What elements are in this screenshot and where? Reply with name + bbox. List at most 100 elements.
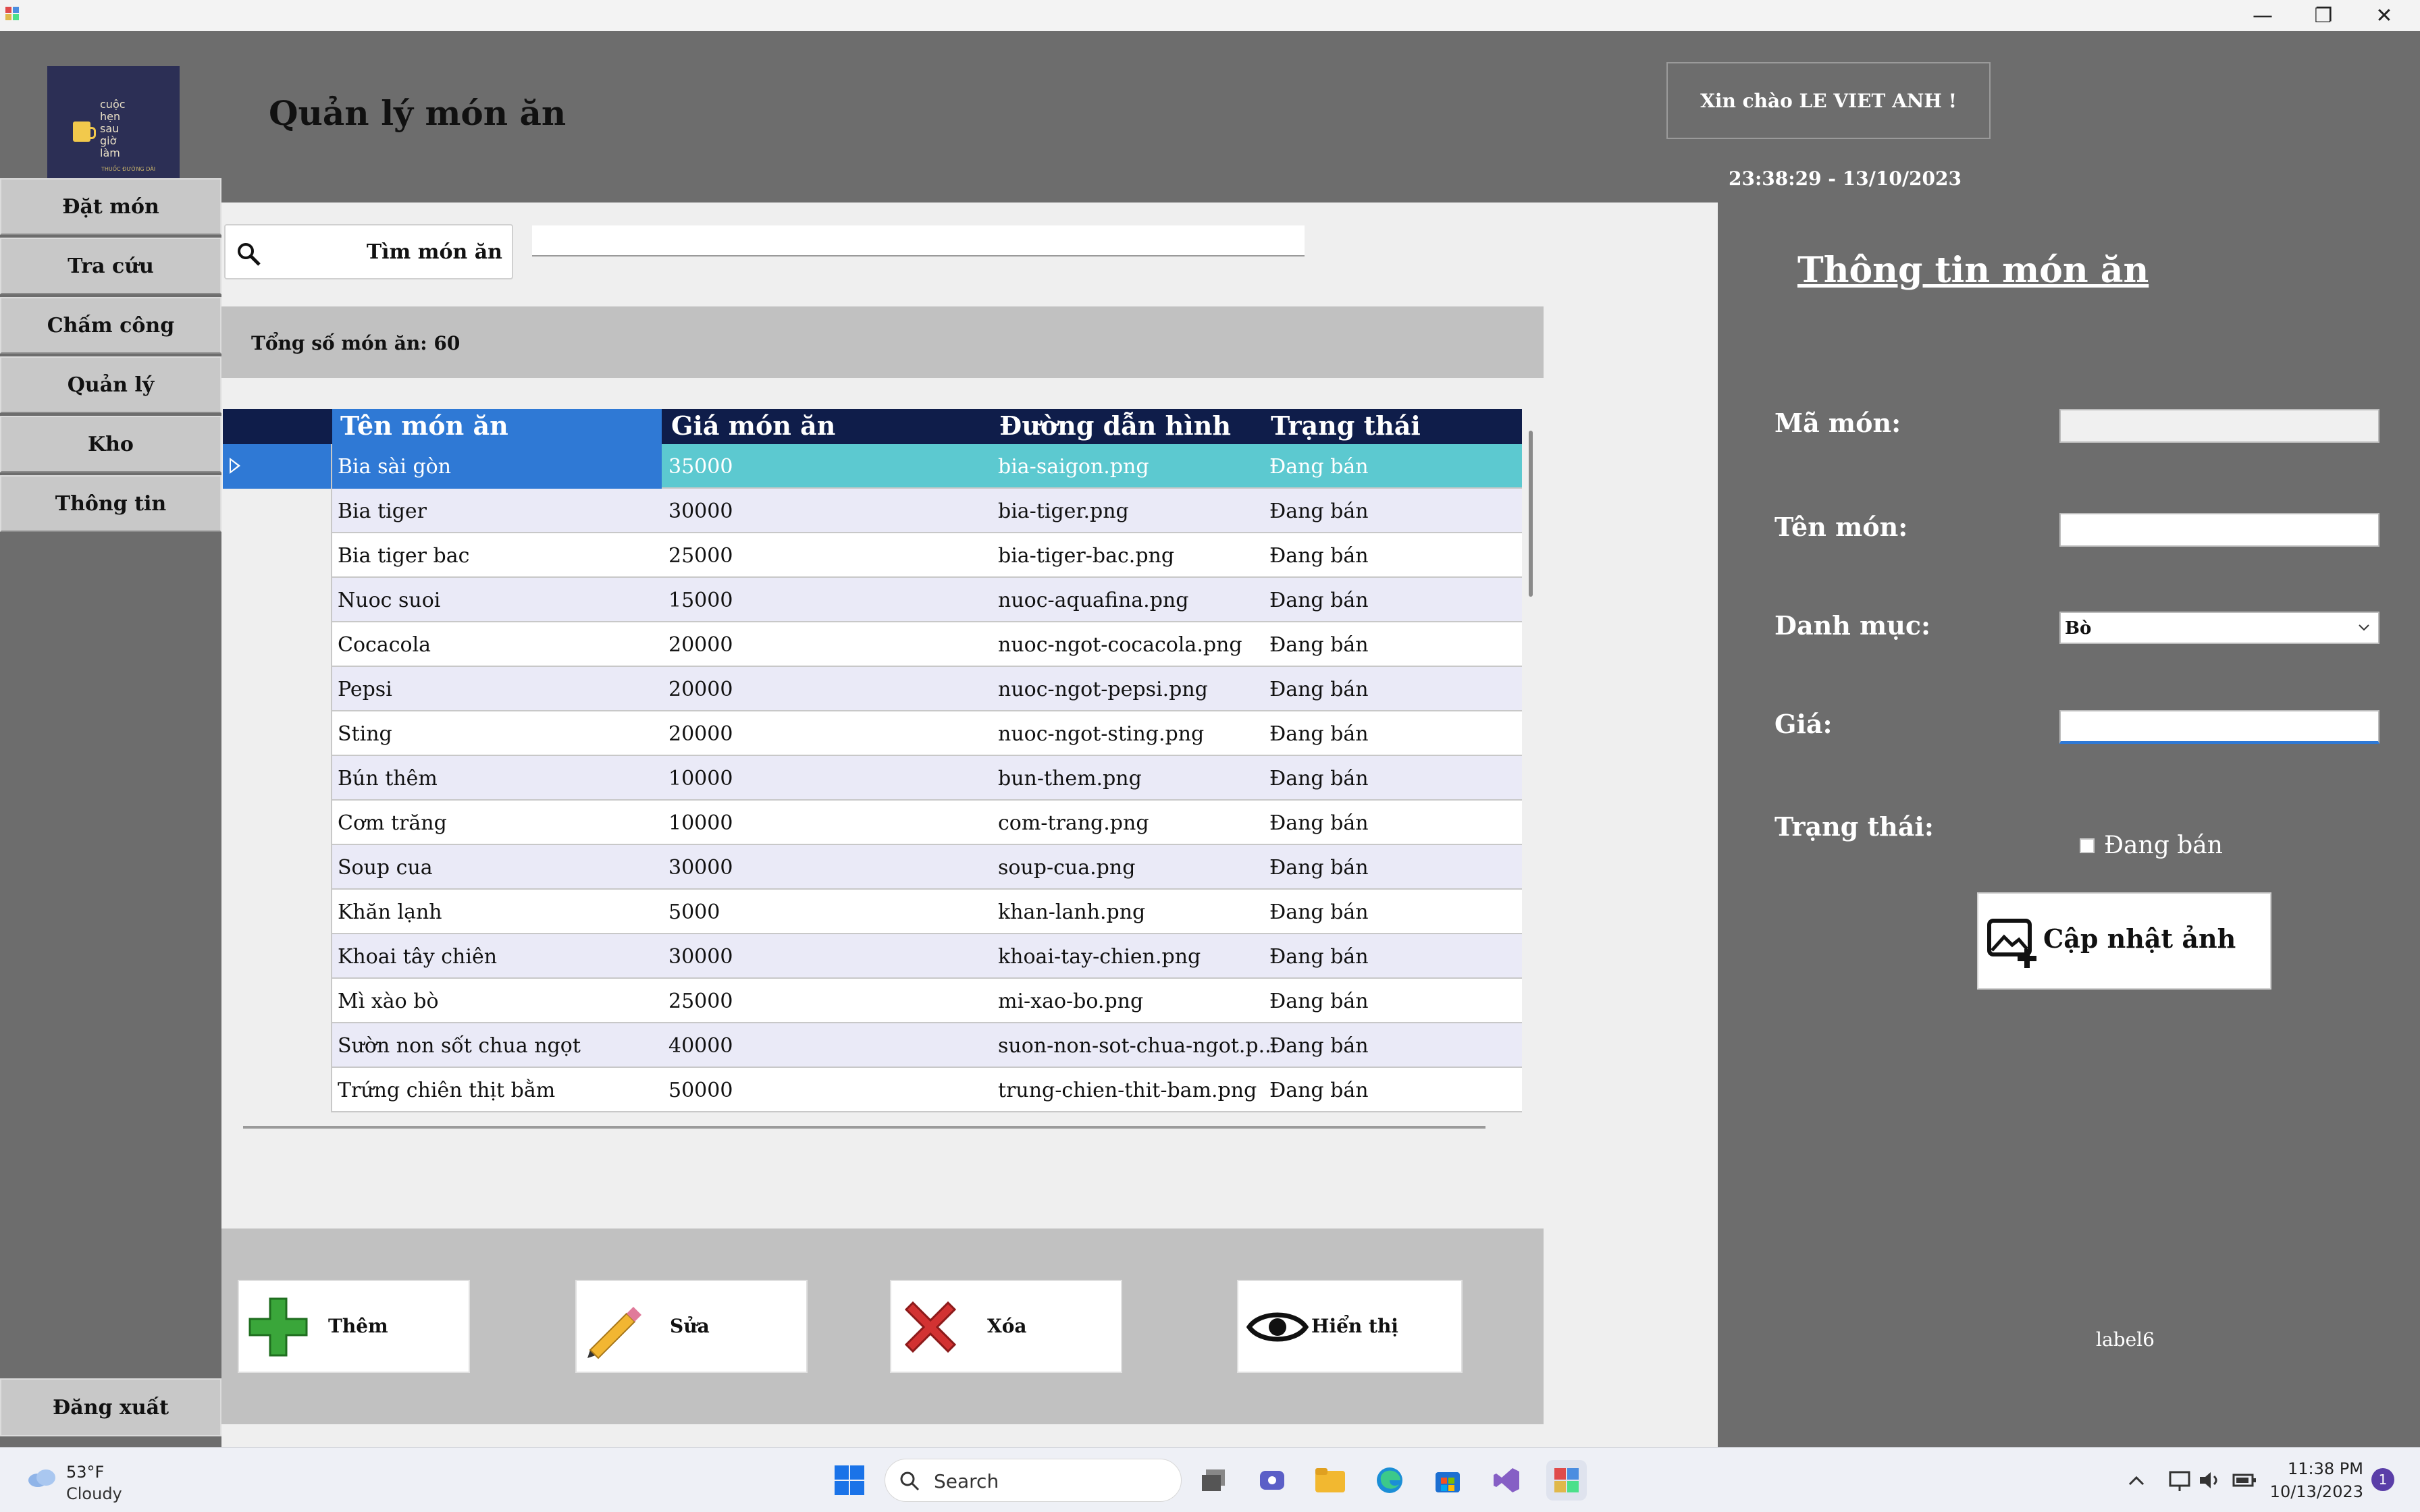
table-row[interactable]: Cơm trăng 10000 com-trang.png Đang bán (223, 801, 1522, 845)
cell-status[interactable]: Đang bán (1269, 1079, 1369, 1102)
logout-button[interactable]: Đăng xuất (0, 1378, 221, 1436)
cell-status[interactable]: Đang bán (1269, 767, 1369, 790)
cell-name[interactable]: Khoai tây chiên (338, 945, 497, 969)
row-header[interactable] (223, 578, 332, 622)
cell-image-path[interactable]: suon-non-sot-chua-ngot.p... (998, 1034, 1278, 1058)
name-field[interactable] (2059, 513, 2379, 547)
cell-name[interactable]: Sting (338, 722, 392, 746)
cell-image-path[interactable]: trung-chien-thit-bam.png (998, 1079, 1257, 1102)
cell-status[interactable]: Đang bán (1269, 811, 1369, 835)
show-button[interactable]: Hiển thị (1237, 1280, 1463, 1373)
cell-image-path[interactable]: com-trang.png (998, 811, 1149, 835)
cell-image-path[interactable]: nuoc-ngot-sting.png (998, 722, 1204, 746)
cell-price[interactable]: 25000 (668, 990, 733, 1013)
cell-name[interactable]: Pepsi (338, 678, 392, 701)
cell-price[interactable]: 50000 (668, 1079, 733, 1102)
start-button[interactable] (829, 1460, 870, 1501)
cell-status[interactable]: Đang bán (1269, 900, 1369, 924)
row-header[interactable] (223, 1068, 332, 1112)
cell-name[interactable]: Sườn non sốt chua ngọt (338, 1034, 581, 1058)
cell-price[interactable]: 35000 (668, 455, 733, 479)
cell-price[interactable]: 15000 (668, 589, 733, 612)
table-row[interactable]: Bia sài gòn 35000 bia-saigon.png Đang bán (223, 444, 1522, 489)
table-row[interactable]: Khoai tây chiên 30000 khoai-tay-chien.png Đ… (223, 934, 1522, 979)
cell-status[interactable]: Đang bán (1269, 455, 1369, 479)
weather-widget[interactable]: 53°F Cloudy (26, 1456, 174, 1505)
cell-price[interactable]: 20000 (668, 678, 733, 701)
column-header-status[interactable]: Trạng thái (1271, 410, 1421, 441)
category-select[interactable]: Bò (2059, 612, 2379, 644)
cell-price[interactable]: 20000 (668, 722, 733, 746)
table-row[interactable]: Sting 20000 nuoc-ngot-sting.png Đang bán (223, 711, 1522, 756)
price-field[interactable] (2059, 710, 2379, 744)
row-header[interactable] (223, 533, 332, 578)
cell-price[interactable]: 10000 (668, 811, 733, 835)
restore-button[interactable]: ❐ (2293, 0, 2354, 31)
cell-status[interactable]: Đang bán (1269, 945, 1369, 969)
cell-image-path[interactable]: bun-them.png (998, 767, 1142, 790)
column-header-image[interactable]: Đường dẫn hình (999, 410, 1231, 441)
cell-price[interactable]: 25000 (668, 544, 733, 568)
table-row[interactable]: Mì xào bò 25000 mi-xao-bo.png Đang bán (223, 979, 1522, 1023)
status-checkbox[interactable]: Đang bán (2080, 832, 2223, 859)
cell-name[interactable]: Mì xào bò (338, 990, 439, 1013)
network-icon[interactable] (2166, 1467, 2193, 1494)
battery-icon[interactable] (2231, 1467, 2258, 1494)
cell-price[interactable]: 10000 (668, 767, 733, 790)
cell-name[interactable]: Bún thêm (338, 767, 438, 790)
search-button[interactable]: Tìm món ăn (224, 224, 513, 279)
search-input[interactable] (532, 225, 1305, 256)
cell-status[interactable]: Đang bán (1269, 678, 1369, 701)
file-explorer-icon[interactable] (1310, 1460, 1350, 1501)
cell-status[interactable]: Đang bán (1269, 633, 1369, 657)
cell-name[interactable]: Khăn lạnh (338, 900, 442, 924)
table-row[interactable]: Trứng chiên thịt bằm 50000 trung-chien-thi… (223, 1068, 1522, 1112)
cell-image-path[interactable]: nuoc-aquafina.png (998, 589, 1188, 612)
id-field[interactable] (2059, 409, 2379, 443)
row-header[interactable] (223, 711, 332, 756)
row-header[interactable] (223, 934, 332, 979)
cell-status[interactable]: Đang bán (1269, 856, 1369, 880)
volume-icon[interactable] (2196, 1467, 2223, 1494)
table-row[interactable]: Nuoc suoi 15000 nuoc-aquafina.png Đang bán (223, 578, 1522, 622)
cell-image-path[interactable]: bia-saigon.png (998, 455, 1149, 479)
cell-status[interactable]: Đang bán (1269, 589, 1369, 612)
taskbar-clock[interactable]: 11:38 PM 10/13/2023 (2269, 1457, 2363, 1503)
cell-status[interactable]: Đang bán (1269, 990, 1369, 1013)
add-button[interactable]: Thêm (238, 1280, 470, 1373)
row-header[interactable] (223, 444, 332, 489)
delete-button[interactable]: Xóa (890, 1280, 1122, 1373)
row-header[interactable] (223, 622, 332, 667)
cell-image-path[interactable]: khoai-tay-chien.png (998, 945, 1201, 969)
cell-status[interactable]: Đang bán (1269, 722, 1369, 746)
table-row[interactable]: Bún thêm 10000 bun-them.png Đang bán (223, 756, 1522, 801)
row-header[interactable] (223, 667, 332, 711)
cell-price[interactable]: 30000 (668, 945, 733, 969)
table-row[interactable]: Khăn lạnh 5000 khan-lanh.png Đang bán (223, 890, 1522, 934)
sidebar-item-cham-cong[interactable]: Chấm công (0, 297, 221, 354)
cell-status[interactable]: Đang bán (1269, 1034, 1369, 1058)
cell-status[interactable]: Đang bán (1269, 500, 1369, 523)
row-header[interactable] (223, 489, 332, 533)
cell-price[interactable]: 5000 (668, 900, 720, 924)
checkbox-box[interactable] (2080, 838, 2095, 853)
cell-name[interactable]: Trứng chiên thịt bằm (338, 1079, 555, 1102)
edge-icon[interactable] (1369, 1460, 1410, 1501)
table-row[interactable]: Pepsi 20000 nuoc-ngot-pepsi.png Đang bán (223, 667, 1522, 711)
table-row[interactable]: Bia tiger bac 25000 bia-tiger-bac.png Đang … (223, 533, 1522, 578)
sidebar-item-tra-cuu[interactable]: Tra cứu (0, 238, 221, 294)
chevron-up-icon[interactable] (2123, 1467, 2150, 1494)
running-app-icon[interactable] (1546, 1460, 1587, 1501)
cell-price[interactable]: 20000 (668, 633, 733, 657)
task-view-icon[interactable] (1194, 1460, 1234, 1501)
dishes-table[interactable]: Tên món ăn Giá món ăn Đường dẫn hình Trạ… (223, 409, 1523, 1115)
cell-image-path[interactable]: bia-tiger-bac.png (998, 544, 1174, 568)
cell-name[interactable]: Bia tiger (338, 500, 427, 523)
cell-image-path[interactable]: bia-tiger.png (998, 500, 1129, 523)
update-image-button[interactable]: Cập nhật ảnh (1977, 892, 2271, 990)
notification-badge[interactable]: 1 (2371, 1468, 2394, 1491)
column-header-price[interactable]: Giá món ăn (671, 410, 835, 441)
sidebar-item-thong-tin[interactable]: Thông tin (0, 475, 221, 532)
cell-name[interactable]: Nuoc suoi (338, 589, 440, 612)
row-header[interactable] (223, 1023, 332, 1068)
